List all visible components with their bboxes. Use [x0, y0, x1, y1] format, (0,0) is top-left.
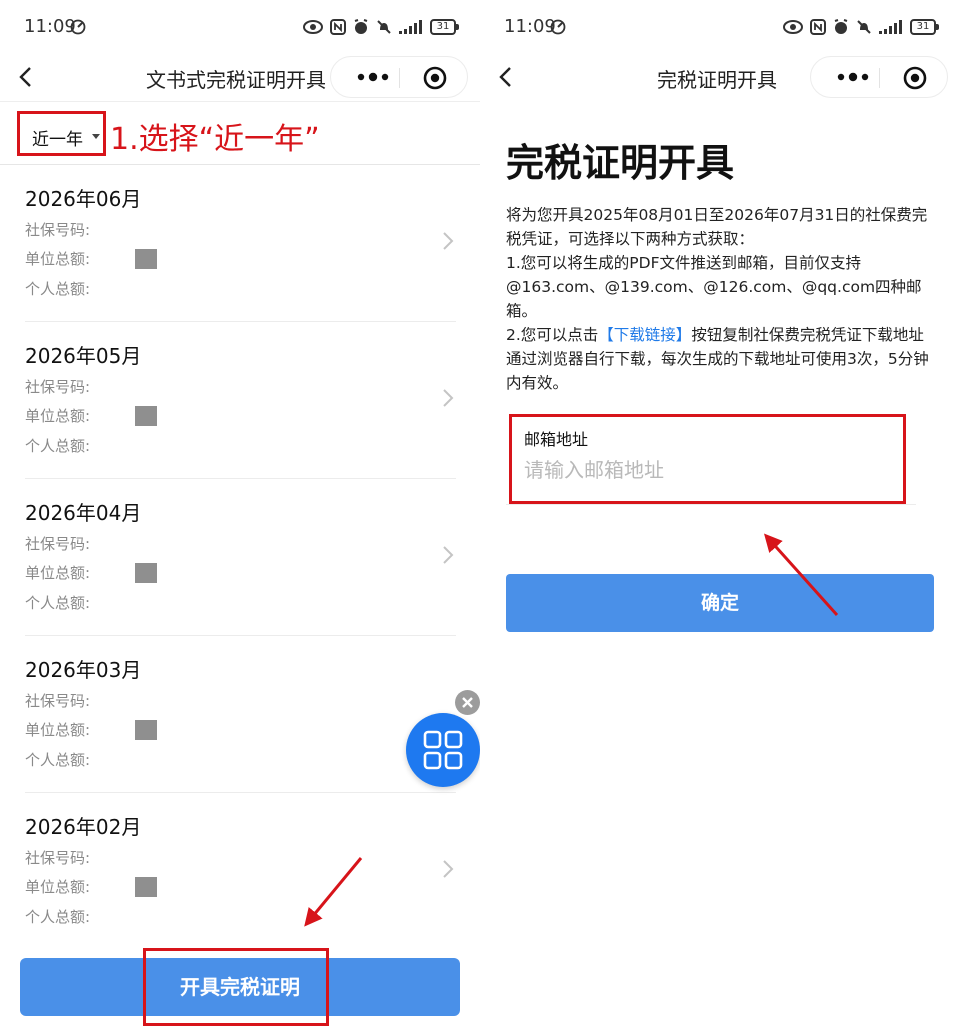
mini-program-capsule [330, 56, 468, 98]
right-screen: 11:09 31 完税证明开具 完税证明开具 将为您开具2025年08月01日至… [480, 0, 960, 1036]
personal-total-label: 个人总额: [25, 594, 91, 612]
mini-program-capsule [810, 56, 948, 98]
chevron-right-icon [443, 860, 454, 878]
chevron-right-icon [443, 232, 454, 250]
close-icon [462, 697, 473, 708]
caret-down-icon [92, 134, 100, 139]
period-dropdown[interactable]: 近一年 [17, 111, 106, 156]
social-no-label: 社保号码: [25, 849, 91, 867]
annotation-step-1: 1.选择“近一年” [110, 122, 320, 157]
grid-icon [423, 730, 463, 770]
mute-icon [857, 20, 871, 34]
battery-icon: 31 [910, 19, 939, 35]
nfc-icon [330, 19, 346, 35]
nav-bar: 完税证明开具 [480, 54, 960, 100]
email-input[interactable] [524, 454, 884, 486]
record-item[interactable]: 2026年06月 社保号码: 单位总额: 个人总额: [0, 165, 480, 322]
record-item[interactable]: 2026年02月 社保号码: 单位总额: 个人总额: [0, 793, 480, 950]
redacted-value [135, 877, 157, 897]
back-arrow-icon[interactable] [14, 63, 40, 91]
speed-icon [70, 19, 86, 35]
close-miniprogram-icon[interactable] [423, 66, 447, 90]
option-1-text: 1.您可以将生成的PDF文件推送到邮箱，目前仅支持@163.com、@139.c… [506, 254, 922, 320]
back-arrow-icon[interactable] [494, 63, 520, 91]
redacted-value [135, 406, 157, 426]
option-2-prefix: 2.您可以点击 [506, 326, 599, 344]
unit-total-label: 单位总额: [25, 564, 91, 582]
confirm-button[interactable]: 确定 [506, 574, 934, 632]
personal-total-label: 个人总额: [25, 908, 91, 926]
battery-icon: 31 [430, 19, 459, 35]
instructions-text: 将为您开具2025年08月01日至2026年07月31日的社保费完税凭证，可选择… [506, 203, 938, 395]
personal-total-label: 个人总额: [25, 751, 91, 769]
capsule-divider [879, 68, 880, 88]
input-underline [506, 504, 916, 505]
download-link[interactable]: 【下载链接】 [598, 326, 691, 344]
record-item[interactable]: 2026年05月 社保号码: 单位总额: 个人总额: [0, 322, 480, 479]
record-item[interactable]: 2026年04月 社保号码: 单位总额: 个人总额: [0, 479, 480, 636]
status-icons: 31 [303, 17, 459, 37]
nav-bar: 文书式完税证明开具 [0, 54, 480, 100]
redacted-value [135, 249, 157, 269]
nav-title: 文书式完税证明开具 [146, 68, 326, 92]
unit-total-label: 单位总额: [25, 721, 91, 739]
alarm-icon [834, 19, 848, 34]
option-2-text: 2.您可以点击【下载链接】按钮复制社保费完税凭证下载地址通过浏览器自行下载，每次… [506, 323, 938, 395]
personal-total-label: 个人总额: [25, 280, 91, 298]
record-month: 2026年03月 [25, 658, 142, 682]
eye-icon [783, 20, 803, 34]
status-icons: 31 [783, 17, 939, 37]
redacted-value [135, 720, 157, 740]
status-bar: 11:09 31 [480, 0, 960, 54]
email-label: 邮箱地址 [524, 430, 589, 449]
mute-icon [377, 20, 391, 34]
period-dropdown-label: 近一年 [32, 130, 83, 150]
chevron-right-icon [443, 546, 454, 564]
unit-total-label: 单位总额: [25, 878, 91, 896]
unit-total-label: 单位总额: [25, 250, 91, 268]
signal-icon [879, 20, 902, 34]
social-no-label: 社保号码: [25, 692, 91, 710]
nfc-icon [810, 19, 826, 35]
redacted-value [135, 563, 157, 583]
close-miniprogram-icon[interactable] [903, 66, 927, 90]
social-no-label: 社保号码: [25, 221, 91, 239]
page-heading: 完税证明开具 [506, 141, 735, 185]
more-icon[interactable] [353, 67, 393, 87]
highlight-box [143, 948, 329, 1026]
record-month: 2026年06月 [25, 187, 142, 211]
intro-paragraph: 将为您开具2025年08月01日至2026年07月31日的社保费完税凭证，可选择… [506, 206, 928, 248]
left-screen: 11:09 31 文书式完税证明开具 近一年 1.选择“近一年” 2026年06… [0, 0, 480, 1036]
period-filter-bar: 近一年 1.选择“近一年” [0, 101, 480, 165]
record-month: 2026年05月 [25, 344, 142, 368]
record-month: 2026年04月 [25, 501, 142, 525]
float-apps-button[interactable] [406, 713, 480, 787]
chevron-right-icon [443, 389, 454, 407]
speed-icon [550, 19, 566, 35]
float-close-button[interactable] [455, 690, 480, 715]
record-month: 2026年02月 [25, 815, 142, 839]
nav-title: 完税证明开具 [657, 68, 777, 92]
unit-total-label: 单位总额: [25, 407, 91, 425]
signal-icon [399, 20, 422, 34]
status-time: 11:09 [24, 16, 76, 37]
social-no-label: 社保号码: [25, 378, 91, 396]
email-field-group: 邮箱地址 [509, 414, 906, 504]
personal-total-label: 个人总额: [25, 437, 91, 455]
capsule-divider [399, 68, 400, 88]
status-time: 11:09 [504, 16, 556, 37]
record-item[interactable]: 2026年03月 社保号码: 单位总额: 个人总额: [0, 636, 480, 793]
status-bar: 11:09 31 [0, 0, 480, 54]
social-no-label: 社保号码: [25, 535, 91, 553]
more-icon[interactable] [833, 67, 873, 87]
eye-icon [303, 20, 323, 34]
alarm-icon [354, 19, 368, 34]
